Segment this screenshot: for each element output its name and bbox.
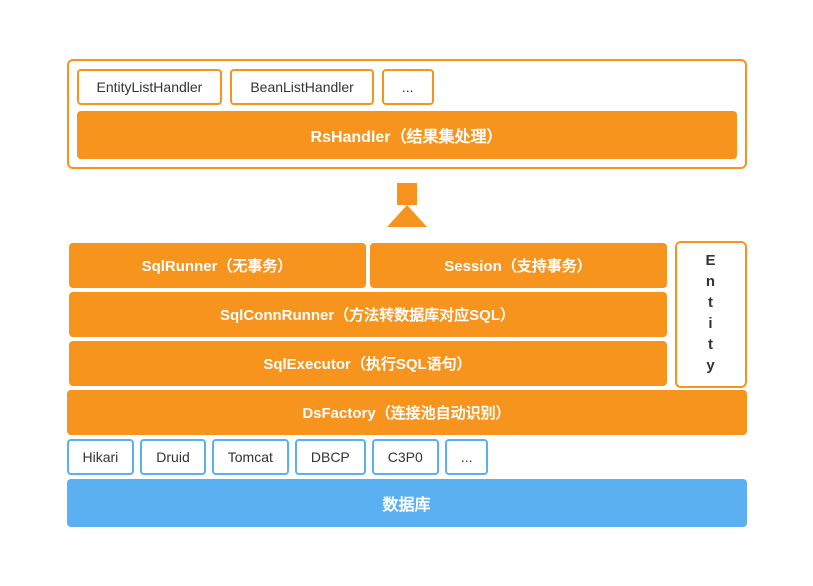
sql-conn-runner-box: SqlConnRunner（方法转数据库对应SQL） — [69, 292, 667, 337]
pool-hikari: Hikari — [67, 439, 135, 475]
sql-runner-box: SqlRunner（无事务） — [69, 243, 366, 288]
entity-list-handler-box: EntityListHandler — [77, 69, 223, 105]
pool-c3p0: C3P0 — [372, 439, 439, 475]
entity-label-box: Entity — [675, 241, 747, 388]
diagram-container: EntityListHandler BeanListHandler ... Rs… — [17, 39, 797, 547]
middle-section: SqlRunner（无事务） Session（支持事务） SqlConnRunn… — [67, 241, 747, 388]
bean-list-handler-box: BeanListHandler — [230, 69, 374, 105]
pool-ellipsis: ... — [445, 439, 489, 475]
pool-items-row: Hikari Druid Tomcat DBCP C3P0 ... — [67, 439, 747, 475]
pool-dbcp: DBCP — [295, 439, 366, 475]
rs-handler-ellipsis-box: ... — [382, 69, 434, 105]
sql-runner-session-row: SqlRunner（无事务） Session（支持事务） — [67, 241, 669, 290]
rs-handler-main-box: RsHandler（结果集处理） — [77, 111, 737, 159]
middle-boxes: SqlRunner（无事务） Session（支持事务） SqlConnRunn… — [67, 241, 669, 388]
pool-tomcat: Tomcat — [212, 439, 289, 475]
arrow-head — [387, 205, 427, 227]
arrow-shaft — [397, 183, 417, 205]
pool-druid: Druid — [140, 439, 205, 475]
entity-label-text: Entity — [702, 252, 719, 378]
rs-handler-group: EntityListHandler BeanListHandler ... Rs… — [67, 59, 747, 169]
rs-handler-sub-row: EntityListHandler BeanListHandler ... — [77, 69, 737, 105]
arrow-up-wrapper — [387, 183, 427, 227]
database-box: 数据库 — [67, 479, 747, 527]
ds-factory-box: DsFactory（连接池自动识别） — [67, 390, 747, 435]
session-box: Session（支持事务） — [370, 243, 667, 288]
sql-executor-box: SqlExecutor（执行SQL语句） — [69, 341, 667, 386]
pools-section: DsFactory（连接池自动识别） Hikari Druid Tomcat D… — [67, 390, 747, 527]
